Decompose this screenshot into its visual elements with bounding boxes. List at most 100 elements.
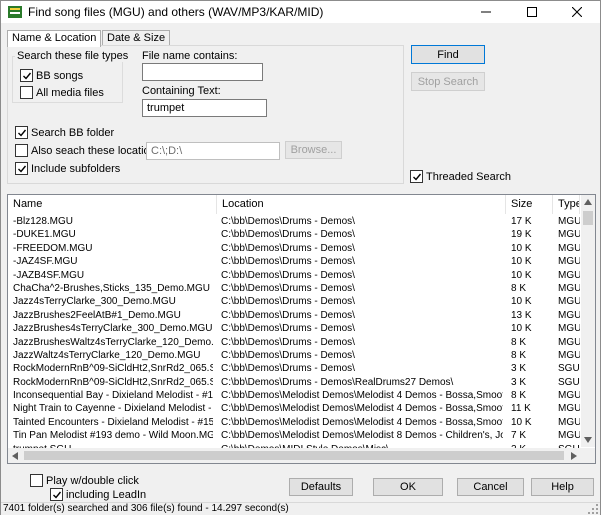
cell-size: 8 K [511,390,527,402]
including-leadin-option[interactable]: including LeadIn [50,488,146,501]
include-subfolders-checkbox[interactable] [15,162,28,175]
scrollbar-corner [581,448,595,463]
defaults-button[interactable]: Defaults [289,478,353,496]
table-row[interactable]: -Blz128.MGU C:\bb\Demos\Drums - Demos\ 17 … [8,215,580,228]
horizontal-scroll-thumb[interactable] [24,451,564,460]
scroll-right-icon[interactable] [571,452,577,460]
cell-name: ChaCha^2-Brushes,Sticks_135_Demo.MGU [13,282,210,294]
table-row[interactable]: Jazz4sTerryClarke_300_Demo.MGU C:\bb\Demo… [8,295,580,308]
minimize-button[interactable] [463,1,509,23]
scroll-left-icon[interactable] [12,452,18,460]
file-name-input[interactable] [142,63,263,81]
column-header-size[interactable]: Size [506,195,553,214]
tab-name-location[interactable]: Name & Location [7,30,102,47]
file-types-group: Search these file types BB songs All med… [12,50,131,103]
maximize-button[interactable] [509,1,555,23]
cell-location: C:\bb\Demos\Melodist Demos\Melodist 4 De… [221,403,503,415]
include-subfolders-option[interactable]: Include subfolders [15,162,120,175]
close-icon [572,7,582,17]
checkmark-icon [52,491,61,499]
tab-date-size[interactable]: Date & Size [102,30,171,46]
search-bb-folder-label: Search BB folder [31,126,115,139]
table-row[interactable]: -FREEDOM.MGU C:\bb\Demos\Drums - Demos\ 10… [8,242,580,255]
cell-size: 7 K [511,430,527,442]
cell-type: MGU [558,296,580,308]
bb-songs-checkbox[interactable] [20,69,33,82]
play-double-click-option[interactable]: Play w/double click [30,474,139,487]
cell-size: 8 K [511,349,527,361]
table-row[interactable]: JazzBrushes2FeelAtB#1_Demo.MGU C:\bb\Demo… [8,309,580,322]
table-row[interactable]: -DUKE1.MGU C:\bb\Demos\Drums - Demos\ 19 K… [8,228,580,241]
title-bar[interactable]: Find song files (MGU) and others (WAV/MP… [1,1,600,23]
play-double-click-checkbox[interactable] [30,474,43,487]
all-media-checkbox[interactable] [20,86,33,99]
horizontal-scrollbar[interactable] [8,448,581,463]
column-header-type[interactable]: Type [553,195,580,214]
search-bb-folder-option[interactable]: Search BB folder [15,126,114,139]
cancel-button[interactable]: Cancel [457,478,524,496]
also-search-label: Also seach these locations [31,144,162,157]
checkmark-icon [412,173,421,181]
table-row[interactable]: JazzWaltz4sTerryClarke_120_Demo.MGU C:\bb… [8,349,580,362]
vertical-scroll-thumb[interactable] [583,211,593,225]
cell-type: MGU [558,256,580,268]
containing-text-label: Containing Text: [142,85,221,97]
results-list[interactable]: Name Location Size Type -Blz128.MGU C:\bb… [7,194,596,464]
cell-size: 3 K [511,376,527,388]
table-row[interactable]: JazzBrushesWaltz4sTerryClarke_120_Demo.M… [8,336,580,349]
cell-name: -JAZB4SF.MGU [13,269,85,281]
cell-type: MGU [558,416,580,428]
all-media-option[interactable]: All media files [20,86,104,99]
cell-name: JazzWaltz4sTerryClarke_120_Demo.MGU [13,349,201,361]
scroll-up-icon[interactable] [584,199,592,205]
locations-input[interactable] [146,142,280,160]
cell-size: 8 K [511,336,527,348]
resize-grip-icon[interactable] [588,504,598,514]
table-row[interactable]: JazzBrushes4sTerryClarke_300_Demo.MGU C:\… [8,322,580,335]
threaded-search-checkbox[interactable] [410,170,423,183]
cell-type: SGU [558,376,580,388]
help-button[interactable]: Help [531,478,594,496]
threaded-search-option[interactable]: Threaded Search [410,170,511,183]
cell-name: -DUKE1.MGU [13,229,76,241]
column-header-location[interactable]: Location [217,195,506,214]
bb-songs-option[interactable]: BB songs [20,69,83,82]
cell-location: C:\bb\Demos\Drums - Demos\ [221,242,355,254]
table-row[interactable]: -JAZB4SF.MGU C:\bb\Demos\Drums - Demos\ 10… [8,269,580,282]
scroll-down-icon[interactable] [584,437,592,443]
cell-type: MGU [558,349,580,361]
table-row[interactable]: RockModernRnB^09-SiCldHt2,SnrRd2_065.SGU… [8,362,580,375]
find-song-files-dialog: Find song files (MGU) and others (WAV/MP… [0,0,601,515]
include-subfolders-label: Include subfolders [31,162,121,175]
also-search-checkbox[interactable] [15,144,28,157]
also-search-option[interactable]: Also seach these locations [15,144,161,157]
table-row[interactable]: Tainted Encounters - Dixieland Melodist … [8,416,580,429]
ok-button[interactable]: OK [373,478,443,496]
containing-text-input[interactable] [142,99,267,117]
cell-size: 10 K [511,416,532,428]
cell-size: 13 K [511,309,532,321]
checkmark-icon [22,72,31,80]
column-header-name[interactable]: Name [8,195,217,214]
cell-location: C:\bb\Demos\Drums - Demos\ [221,216,355,227]
vertical-scrollbar[interactable] [581,195,595,447]
table-row[interactable]: -JAZ4SF.MGU C:\bb\Demos\Drums - Demos\ 10 … [8,255,580,268]
table-row[interactable]: Tin Pan Melodist #193 demo - Wild Moon.M… [8,429,580,442]
search-bb-folder-checkbox[interactable] [15,126,28,139]
cell-location: C:\bb\Demos\Drums - Demos\ [221,349,355,361]
table-row[interactable]: Inconsequential Bay - Dixieland Melodist… [8,389,580,402]
stop-search-button[interactable]: Stop Search [411,72,485,91]
browse-button[interactable]: Browse... [285,141,342,159]
table-row[interactable]: ChaCha^2-Brushes,Sticks_135_Demo.MGU C:\b… [8,282,580,295]
close-button[interactable] [554,1,600,23]
including-leadin-checkbox[interactable] [50,488,63,501]
cell-location: C:\bb\Demos\Drums - Demos\ [221,296,355,308]
find-button[interactable]: Find [411,45,485,64]
table-row[interactable]: RockModernRnB^09-SiCldHt2,SnrRd2_065.SGU… [8,376,580,389]
cell-size: 10 K [511,256,532,268]
cell-location: C:\bb\Demos\Drums - Demos\ [221,336,355,348]
table-row[interactable]: Night Train to Cayenne - Dixieland Melod… [8,402,580,415]
status-bar: 7401 folder(s) searched and 306 file(s) … [1,502,600,515]
checkmark-icon [17,129,26,137]
cell-name: Inconsequential Bay - Dixieland Melodist… [13,390,213,402]
